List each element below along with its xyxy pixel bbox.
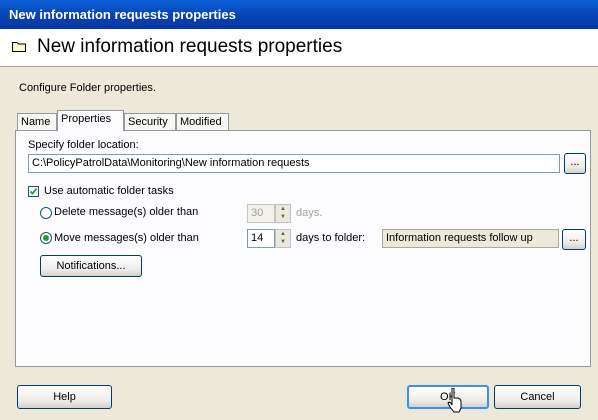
mouse-cursor-icon	[447, 388, 462, 413]
folder-location-input[interactable]: C:\PolicyPatrolData\Monitoring\New infor…	[28, 154, 560, 173]
folder-icon	[12, 42, 26, 52]
properties-panel: Specify folder location: C:\PolicyPatrol…	[15, 130, 591, 367]
tab-properties[interactable]: Properties	[57, 110, 124, 131]
tab-modified[interactable]: Modified	[176, 113, 229, 130]
spin-down-icon: ▼	[280, 214, 286, 220]
tab-label: Name	[21, 116, 51, 128]
tab-label: Modified	[180, 116, 222, 128]
spin-up-icon: ▲	[280, 231, 286, 237]
folder-location-label: Specify folder location:	[28, 139, 139, 151]
delete-days-input[interactable]: 30	[247, 204, 275, 223]
auto-tasks-checkbox[interactable]	[28, 186, 39, 197]
tab-label: Properties	[61, 113, 112, 125]
page-title: New information requests properties	[37, 36, 343, 57]
tab-name[interactable]: Name	[17, 113, 57, 130]
move-radio[interactable]	[40, 232, 52, 244]
tab-security[interactable]: Security	[124, 113, 176, 130]
move-unit-label: days to folder:	[296, 232, 366, 244]
help-button[interactable]: Help	[17, 385, 112, 409]
browse-folder-button[interactable]: ...	[564, 153, 586, 174]
delete-label: Delete message(s) older than	[54, 206, 199, 218]
dialog-footer: Help OK Cancel	[0, 380, 598, 420]
radio-dot-icon	[43, 235, 49, 241]
delete-unit-label: days.	[296, 207, 323, 219]
notifications-button[interactable]: Notifications...	[40, 255, 142, 277]
cancel-button[interactable]: Cancel	[494, 385, 581, 409]
description-text: Configure Folder properties.	[19, 82, 156, 94]
tab-label: Security	[128, 116, 168, 128]
move-folder-input[interactable]: Information requests follow up	[382, 229, 559, 248]
move-label: Move messages(s) older than	[54, 232, 199, 244]
delete-radio[interactable]	[40, 207, 52, 219]
spin-up-icon: ▲	[280, 206, 286, 212]
browse-move-folder-button[interactable]: ...	[562, 229, 586, 250]
auto-tasks-label: Use automatic folder tasks	[44, 185, 174, 197]
spin-down-icon: ▼	[280, 239, 286, 245]
delete-days-stepper[interactable]: ▲ ▼	[275, 204, 291, 223]
check-icon	[29, 187, 38, 195]
dialog-header: New information requests properties	[0, 29, 598, 67]
move-days-stepper[interactable]: ▲ ▼	[275, 229, 291, 248]
window-titlebar: New information requests properties	[0, 0, 598, 29]
window-title: New information requests properties	[9, 7, 236, 22]
move-days-input[interactable]: 14	[247, 229, 275, 248]
